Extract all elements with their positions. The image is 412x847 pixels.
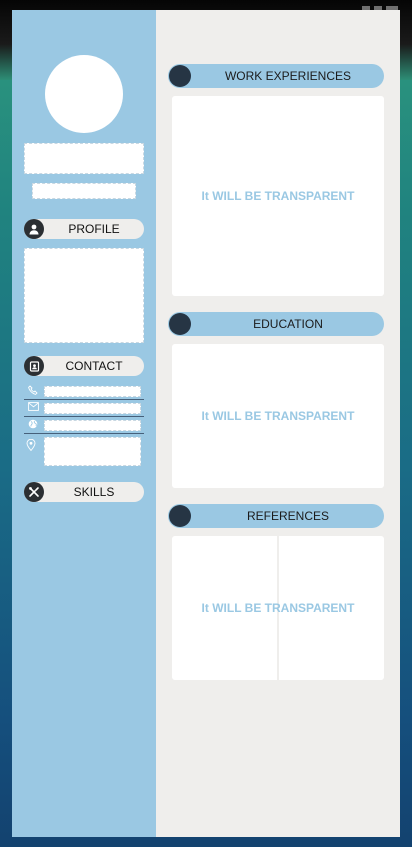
references-card[interactable]: It WILL BE TRANSPARENT bbox=[172, 536, 384, 680]
skills-header: SKILLS bbox=[24, 482, 144, 502]
work-experience-dot-icon bbox=[169, 65, 191, 87]
contact-email-row bbox=[24, 401, 144, 417]
education-card[interactable]: It WILL BE TRANSPARENT bbox=[172, 344, 384, 488]
phone-field[interactable] bbox=[44, 386, 141, 397]
work-experience-note: It WILL BE TRANSPARENT bbox=[201, 189, 355, 203]
map-pin-icon bbox=[26, 438, 40, 452]
tools-icon bbox=[24, 482, 44, 502]
contact-website-row bbox=[24, 418, 144, 434]
email-field[interactable] bbox=[44, 403, 141, 414]
contact-header: CONTACT bbox=[24, 356, 144, 376]
phone-icon bbox=[26, 385, 40, 399]
avatar-placeholder[interactable] bbox=[45, 55, 123, 133]
address-book-icon bbox=[24, 356, 44, 376]
education-dot-icon bbox=[169, 313, 191, 335]
references-note: It WILL BE TRANSPARENT bbox=[201, 601, 355, 615]
contact-phone-row bbox=[24, 384, 144, 400]
job-title-field[interactable] bbox=[32, 183, 136, 199]
website-field[interactable] bbox=[44, 420, 141, 431]
user-icon bbox=[24, 219, 44, 239]
profile-header: PROFILE bbox=[24, 219, 144, 239]
address-field[interactable] bbox=[44, 437, 141, 466]
contact-label: CONTACT bbox=[65, 359, 123, 373]
profile-label: PROFILE bbox=[68, 222, 120, 236]
references-header: REFERENCES bbox=[168, 504, 384, 528]
left-sidebar: PROFILE CONTACT SKILLS bbox=[12, 10, 156, 837]
education-note: It WILL BE TRANSPARENT bbox=[201, 409, 355, 423]
work-experience-header: WORK EXPERIENCES bbox=[168, 64, 384, 88]
references-dot-icon bbox=[169, 505, 191, 527]
skills-label: SKILLS bbox=[73, 485, 115, 499]
globe-icon bbox=[26, 419, 40, 433]
references-title: REFERENCES bbox=[246, 509, 329, 523]
work-experience-card[interactable]: It WILL BE TRANSPARENT bbox=[172, 96, 384, 296]
resume-sheet: PROFILE CONTACT SKILLS WORK EXPERIENCES … bbox=[12, 10, 400, 837]
name-field[interactable] bbox=[24, 143, 144, 174]
work-experience-title: WORK EXPERIENCES bbox=[224, 69, 352, 83]
profile-text-field[interactable] bbox=[24, 248, 144, 343]
education-title: EDUCATION bbox=[253, 317, 323, 331]
envelope-icon bbox=[26, 402, 40, 416]
education-header: EDUCATION bbox=[168, 312, 384, 336]
